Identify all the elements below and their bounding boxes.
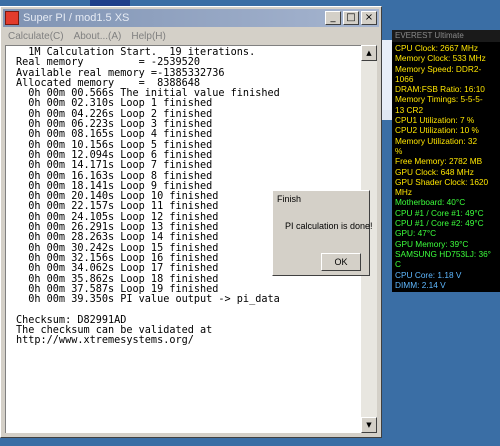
everest-reading: CPU2 Utilization: 10 % bbox=[395, 125, 479, 136]
everest-reading: % bbox=[395, 145, 403, 156]
everest-reading: DRAM:FSB Ratio: 16:10 bbox=[395, 84, 485, 95]
everest-reading: GPU Clock: 648 MHz bbox=[395, 166, 474, 177]
maximize-button[interactable]: □ bbox=[343, 11, 359, 25]
everest-reading: 1066 bbox=[395, 73, 414, 84]
menu-bar: Calculate(C) About...(A) Help(H) bbox=[3, 28, 379, 44]
everest-reading: Motherboard: 40°C bbox=[395, 197, 466, 208]
everest-reading: Free Memory: 2782 MB bbox=[395, 156, 483, 167]
app-icon bbox=[5, 11, 19, 25]
everest-sensor-panel: EVEREST Ultimate CPU Clock: 2667 MHz Memo… bbox=[392, 30, 500, 292]
everest-title: EVEREST Ultimate bbox=[392, 30, 500, 42]
ok-button[interactable]: OK bbox=[321, 253, 361, 271]
menu-calculate[interactable]: Calculate(C) bbox=[3, 31, 69, 42]
everest-reading: Memory Timings: 5-5-5- bbox=[395, 94, 483, 105]
finish-dialog: Finish PI calculation is done! OK bbox=[272, 190, 373, 276]
dialog-title[interactable]: Finish bbox=[274, 192, 368, 206]
everest-reading: CPU #1 / Core #2: 49°C bbox=[395, 218, 484, 229]
everest-reading: C bbox=[395, 259, 401, 270]
title-bar[interactable]: Super PI / mod1.5 XS _ □ × bbox=[3, 9, 379, 27]
menu-about[interactable]: About...(A) bbox=[69, 31, 127, 42]
everest-reading: CPU Core: 1.18 V bbox=[395, 269, 462, 280]
everest-reading: GPU: 47°C bbox=[395, 228, 437, 239]
menu-help[interactable]: Help(H) bbox=[126, 31, 170, 42]
everest-reading: CPU1 Utilization: 7 % bbox=[395, 115, 475, 126]
minimize-button[interactable]: _ bbox=[325, 11, 341, 25]
window-title: Super PI / mod1.5 XS bbox=[23, 12, 130, 24]
everest-reading: Memory Clock: 533 MHz bbox=[395, 53, 486, 64]
dialog-message: PI calculation is done! bbox=[285, 221, 373, 231]
everest-reading: 13 CR2 bbox=[395, 104, 424, 115]
everest-reading: CPU Clock: 2667 MHz bbox=[395, 43, 478, 53]
close-button[interactable]: × bbox=[361, 11, 377, 25]
scroll-down-icon[interactable]: ▼ bbox=[361, 417, 377, 433]
everest-reading: DIMM: 2.14 V bbox=[395, 279, 446, 290]
everest-reading: Memory Speed: DDR2- bbox=[395, 63, 482, 74]
everest-reading: GPU Memory: 39°C bbox=[395, 238, 469, 249]
everest-reading: GPU Shader Clock: 1620 bbox=[395, 176, 489, 187]
everest-reading: CPU #1 / Core #1: 49°C bbox=[395, 207, 484, 218]
everest-reading: WDC WD1600JS- bbox=[395, 290, 497, 292]
log-line: http://www.xtremesystems.org/ bbox=[16, 335, 194, 347]
everest-readings: CPU Clock: 2667 MHz Memory Clock: 533 MHz… bbox=[392, 42, 500, 292]
scroll-up-icon[interactable]: ▲ bbox=[361, 45, 377, 61]
everest-reading: SAMSUNG HD753LJ: 36° bbox=[395, 248, 492, 259]
log-line: 0h 00m 39.350s PI value output -> pi_dat… bbox=[16, 294, 280, 306]
everest-reading: Memory Utilization: 32 bbox=[395, 135, 478, 146]
everest-reading: MHz bbox=[395, 187, 413, 198]
